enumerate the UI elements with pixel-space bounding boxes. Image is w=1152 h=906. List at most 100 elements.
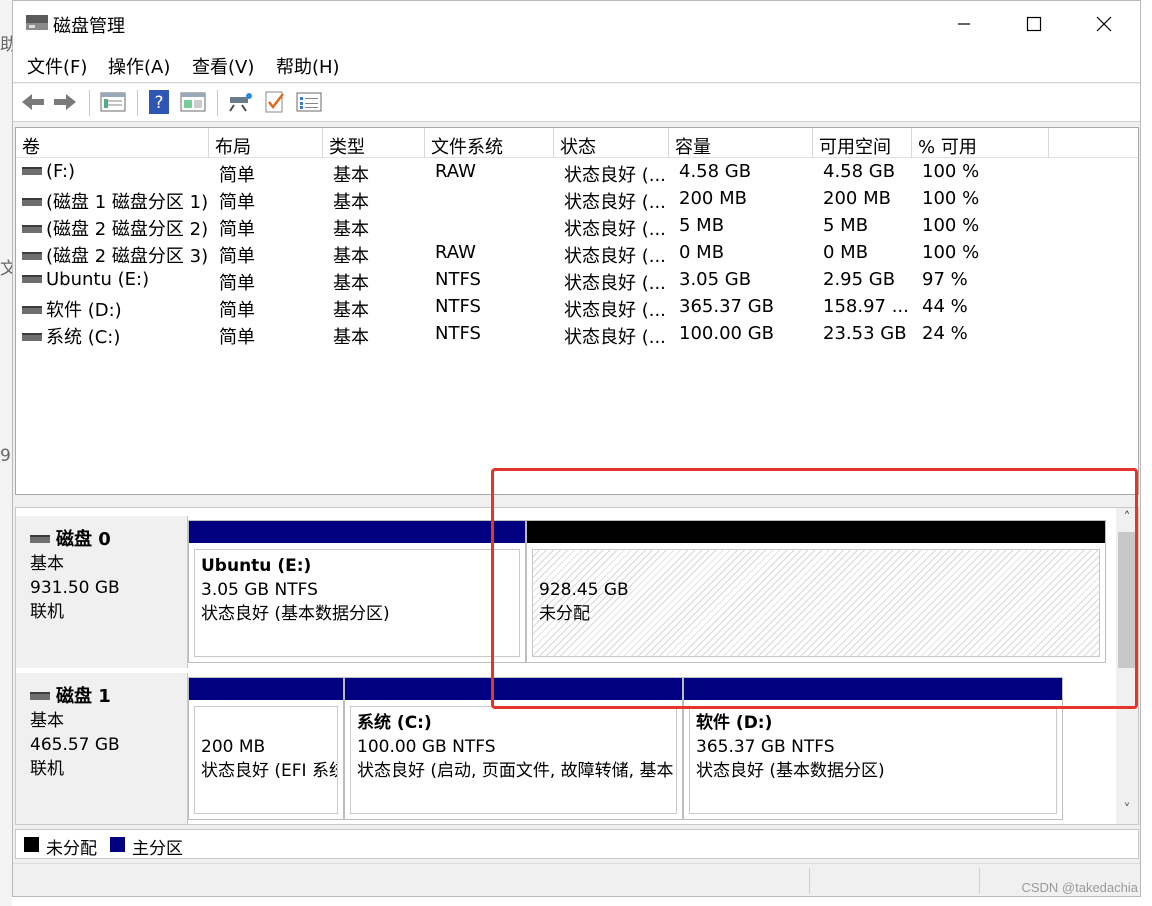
watermark: CSDN @takedachia [1021,880,1138,895]
table-row[interactable]: Ubuntu (E:) 简单 基本 NTFS 状态良好 (... 3.05 GB… [16,267,1138,294]
menu-file[interactable]: 文件(F) [27,53,87,79]
table-row[interactable]: (磁盘 1 磁盘分区 1) 简单 基本 状态良好 (... 200 MB 200… [16,186,1138,213]
column-header-filesystem[interactable]: 文件系统 [425,128,554,158]
free-space-cell: 23.53 GB [823,323,907,344]
status-separator [809,868,810,894]
free-space-cell: 158.97 ... [823,296,909,317]
table-row[interactable]: (F:) 简单 基本 RAW 状态良好 (... 4.58 GB 4.58 GB… [16,159,1138,186]
disk-list-button[interactable] [99,88,127,116]
background-fragment: 9 [0,446,11,466]
volume-name-cell: (磁盘 2 磁盘分区 3) [22,242,208,268]
disk-graphical-view: 磁盘 0 基本 931.50 GB 联机 Ubuntu (E:) 3.05 GB… [15,507,1139,825]
scroll-up-icon[interactable]: ˄ [1116,510,1138,530]
layout-cell: 简单 [219,219,255,240]
drive-icon [30,691,50,700]
partition-efi[interactable]: 200 MB 状态良好 (EFI 系统 [188,677,344,820]
capacity-cell: 200 MB [679,188,747,209]
percent-free-cell: 100 % [922,161,980,182]
filesystem-cell: NTFS [435,323,481,344]
free-space-cell: 2.95 GB [823,269,896,290]
column-header-volume[interactable]: 卷 [16,128,209,158]
percent-free-cell: 97 % [922,269,968,290]
volume-name-cell: (F:) [22,161,75,182]
layout-cell: 简单 [219,327,255,348]
maximize-button[interactable] [999,1,1069,47]
table-row[interactable]: 系统 (C:) 简单 基本 NTFS 状态良好 (... 100.00 GB 2… [16,321,1138,348]
forward-icon [54,94,76,110]
svg-text:?: ? [154,93,163,113]
minimize-button[interactable] [929,1,999,47]
column-header-status[interactable]: 状态 [554,128,669,158]
column-header-percent-free[interactable]: % 可用 [912,128,1049,158]
check-button[interactable] [261,88,289,116]
menu-action[interactable]: 操作(A) [108,53,170,79]
menu-help[interactable]: 帮助(H) [276,53,340,79]
type-cell: 基本 [333,327,369,348]
free-space-cell: 4.58 GB [823,161,896,182]
disk-1-label[interactable]: 磁盘 1 基本 465.57 GB 联机 [16,673,188,824]
disk-management-window: 磁盘管理 文件(F) 操作(A) 查看(V) 帮助(H) ? 卷 布局 类型 文… [12,0,1141,897]
scroll-thumb[interactable] [1118,532,1136,668]
partition-system-c[interactable]: 系统 (C:) 100.00 GB NTFS 状态良好 (启动, 页面文件, 故… [344,677,683,820]
status-cell: 状态良好 (... [564,273,666,294]
status-cell: 状态良好 (... [564,327,666,348]
back-button[interactable] [19,88,47,116]
percent-free-cell: 44 % [922,296,968,317]
column-header-type[interactable]: 类型 [323,128,425,158]
partition-status: 未分配 [539,604,590,624]
drive-icon [22,274,42,283]
legend-primary-label: 主分区 [132,839,183,859]
partition-software-d[interactable]: 软件 (D:) 365.37 GB NTFS 状态良好 (基本数据分区) [683,677,1063,820]
volume-list: 卷 布局 类型 文件系统 状态 容量 可用空间 % 可用 (F:) 简单 基本 … [15,127,1139,495]
column-header-free-space[interactable]: 可用空间 [813,128,912,158]
column-header-layout[interactable]: 布局 [209,128,323,158]
partition-size: 200 MB [201,737,266,757]
legend-primary-swatch [110,837,125,852]
filesystem-cell: NTFS [435,296,481,317]
drive-icon [22,224,42,233]
drive-icon [22,251,42,260]
connect-icon [229,93,252,112]
menu-bar: 文件(F) 操作(A) 查看(V) 帮助(H) [13,47,1140,83]
partition-ubuntu-e[interactable]: Ubuntu (E:) 3.05 GB NTFS 状态良好 (基本数据分区) [188,520,526,663]
filesystem-cell: RAW [435,161,476,182]
title-bar[interactable]: 磁盘管理 [13,1,1140,47]
vertical-scrollbar[interactable]: ˄ ˅ [1116,508,1138,824]
free-space-cell: 0 MB [823,242,869,263]
connect-button[interactable] [227,88,255,116]
column-header-capacity[interactable]: 容量 [669,128,813,158]
column-header-filler [1049,128,1138,158]
table-row[interactable]: (磁盘 2 磁盘分区 3) 简单 基本 RAW 状态良好 (... 0 MB 0… [16,240,1138,267]
drive-icon [22,305,42,314]
close-icon [1096,16,1112,32]
help-button[interactable]: ? [145,88,173,116]
toolbar-separator [89,90,90,116]
type-cell: 基本 [333,192,369,213]
partition-body: 系统 (C:) 100.00 GB NTFS 状态良好 (启动, 页面文件, 故… [350,706,677,814]
filesystem-cell: RAW [435,242,476,263]
forward-button[interactable] [51,88,79,116]
settings-button[interactable] [295,88,323,116]
background-fragment: 文 [0,259,12,279]
toolbar-separator [137,90,138,116]
toolbar-separator [217,90,218,116]
disk-0-label[interactable]: 磁盘 0 基本 931.50 GB 联机 [16,516,188,668]
capacity-cell: 100.00 GB [679,323,775,344]
partition-status: 状态良好 (启动, 页面文件, 故障转储, 基本 [357,761,674,781]
table-row[interactable]: (磁盘 2 磁盘分区 2) 简单 基本 状态良好 (... 5 MB 5 MB … [16,213,1138,240]
menu-view[interactable]: 查看(V) [192,53,254,79]
table-row[interactable]: 软件 (D:) 简单 基本 NTFS 状态良好 (... 365.37 GB 1… [16,294,1138,321]
disk-list-icon [100,92,126,112]
capacity-cell: 365.37 GB [679,296,775,317]
status-cell: 状态良好 (... [564,300,666,321]
properties-button[interactable] [179,88,207,116]
volume-name-cell: 系统 (C:) [22,323,120,349]
close-button[interactable] [1069,1,1139,47]
drive-icon [22,197,42,206]
pane-splitter[interactable] [13,497,1140,507]
volume-name-cell: Ubuntu (E:) [22,269,149,290]
legend-unallocated-swatch [24,837,39,852]
scroll-down-icon[interactable]: ˅ [1116,802,1138,822]
partition-unallocated[interactable]: 928.45 GB 未分配 [526,520,1106,663]
type-cell: 基本 [333,219,369,240]
